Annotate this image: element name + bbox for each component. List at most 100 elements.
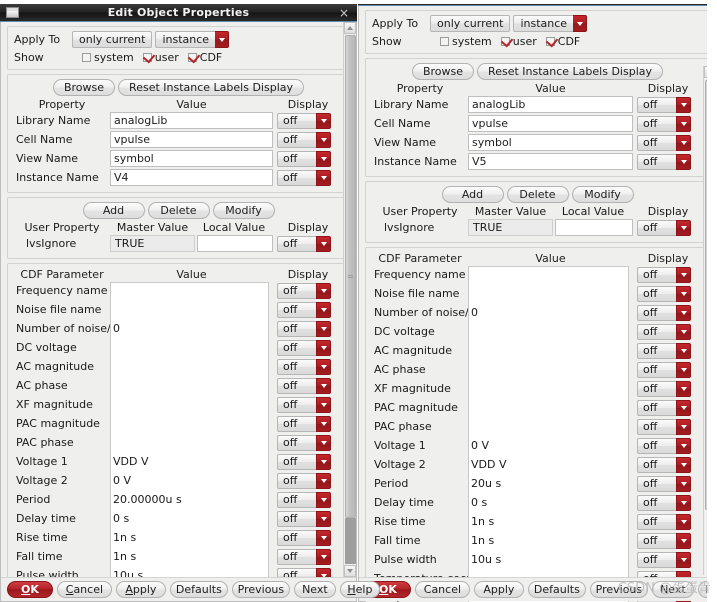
apply-scope-combo-left[interactable]: only current [72,31,153,48]
cancel-button-right[interactable]: Cancel [414,581,470,598]
property-value-input[interactable]: symbol [468,134,633,151]
display-combo[interactable]: off [277,377,331,394]
checkbox-system-right[interactable]: system [440,35,492,48]
display-combo[interactable]: off [637,475,691,492]
cdf-parameter-value[interactable]: VDD V [110,455,273,468]
delete-button-right[interactable]: Delete [506,186,569,203]
cdf-parameter-value[interactable]: 10u s [468,553,633,566]
display-combo[interactable]: off [277,169,331,186]
apply-target-combo-right[interactable]: instance [513,15,574,32]
cdf-parameter-value[interactable]: 0 s [110,512,273,525]
checkbox-checked-icon[interactable] [545,37,555,46]
display-combo[interactable]: off [277,358,331,375]
user-property-local-input[interactable] [555,219,633,236]
chevron-down-icon[interactable] [316,396,331,413]
property-value-input[interactable]: analogLib [110,112,273,129]
chevron-down-icon[interactable] [316,112,331,129]
chevron-down-icon[interactable] [676,494,691,511]
display-combo[interactable]: off [637,266,691,283]
display-combo[interactable]: off [637,361,691,378]
delete-button-left[interactable]: Delete [147,202,210,219]
window-titlebar-left[interactable]: Edit Object Properties × [0,4,357,22]
chevron-down-icon[interactable] [676,437,691,454]
chevron-down-icon[interactable] [316,131,331,148]
chevron-down-icon[interactable] [573,15,588,32]
cdf-parameter-value[interactable]: 0 [110,322,273,335]
display-combo[interactable]: off [637,532,691,549]
modify-button-left[interactable]: Modify [212,202,275,219]
chevron-down-icon[interactable] [316,434,331,451]
checkbox-user-right[interactable]: user [500,35,537,48]
chevron-down-icon[interactable] [316,415,331,432]
cancel-button-left[interactable]: Cancel [56,581,112,598]
chevron-down-icon[interactable] [676,266,691,283]
add-button-left[interactable]: Add [82,202,145,219]
display-combo[interactable]: off [637,437,691,454]
display-combo[interactable]: off [277,434,331,451]
display-combo[interactable]: off [277,510,331,527]
previous-button-right[interactable]: Previous [589,581,648,598]
display-combo[interactable]: off [277,282,331,299]
display-combo[interactable]: off [277,548,331,565]
reset-instance-labels-button-left[interactable]: Reset Instance Labels Display [118,79,305,96]
chevron-down-icon[interactable] [316,150,331,167]
vertical-scrollbar-left[interactable] [343,22,356,577]
display-combo[interactable]: off [637,153,691,170]
chevron-down-icon[interactable] [316,453,331,470]
property-value-input[interactable]: V4 [110,169,273,186]
display-combo[interactable]: off [637,513,691,530]
cdf-parameter-value[interactable]: 0 V [468,439,633,452]
previous-button-left[interactable]: Previous [231,581,290,598]
browse-button-right[interactable]: Browse [411,63,475,80]
display-combo[interactable]: off [277,150,331,167]
display-combo[interactable]: off [637,418,691,435]
checkbox-cdf-left[interactable]: CDF [187,51,222,64]
cdf-parameter-value[interactable]: 20u s [468,477,633,490]
display-combo[interactable]: off [637,115,691,132]
display-combo[interactable]: off [637,456,691,473]
chevron-down-icon[interactable] [676,513,691,530]
chevron-down-icon[interactable] [316,472,331,489]
next-button-left[interactable]: Next [293,581,336,598]
chevron-down-icon[interactable] [316,529,331,546]
close-icon[interactable]: × [338,7,350,19]
checkbox-checked-icon[interactable] [500,37,510,46]
display-combo[interactable]: off [637,551,691,568]
chevron-down-icon[interactable] [676,115,691,132]
cdf-parameter-value[interactable]: 0 V [110,474,273,487]
checkbox-icon[interactable] [440,37,449,46]
display-combo[interactable]: off [637,399,691,416]
chevron-down-icon[interactable] [316,491,331,508]
checkbox-system-left[interactable]: system [82,51,134,64]
display-combo[interactable]: off [277,320,331,337]
chevron-down-icon[interactable] [676,551,691,568]
chevron-down-icon[interactable] [676,153,691,170]
scroll-up-icon[interactable] [344,22,356,34]
add-button-right[interactable]: Add [441,186,504,203]
chevron-down-icon[interactable] [316,169,331,186]
chevron-down-icon[interactable] [316,301,331,318]
cdf-parameter-value[interactable]: 1n s [468,515,633,528]
apply-scope-combo-right[interactable]: only current [430,15,511,32]
chevron-down-icon[interactable] [676,285,691,302]
cdf-parameter-value[interactable]: VDD V [468,458,633,471]
defaults-button-left[interactable]: Defaults [169,581,228,598]
chevron-down-icon[interactable] [316,358,331,375]
cdf-parameter-value[interactable]: 20.00000u s [110,493,273,506]
property-value-input[interactable]: V5 [468,153,633,170]
chevron-down-icon[interactable] [676,380,691,397]
chevron-down-icon[interactable] [676,323,691,340]
chevron-down-icon[interactable] [316,320,331,337]
cdf-parameter-value[interactable]: 0 [468,306,633,319]
chevron-down-icon[interactable] [676,304,691,321]
display-combo[interactable]: off [277,339,331,356]
property-value-input[interactable]: symbol [110,150,273,167]
chevron-down-icon[interactable] [676,418,691,435]
display-combo[interactable]: off [277,529,331,546]
display-combo[interactable]: off [277,453,331,470]
checkbox-cdf-right[interactable]: CDF [545,35,580,48]
display-combo[interactable]: off [637,285,691,302]
display-combo[interactable]: off [637,342,691,359]
display-combo[interactable]: off [277,112,331,129]
apply-button-left[interactable]: Apply [115,581,166,598]
